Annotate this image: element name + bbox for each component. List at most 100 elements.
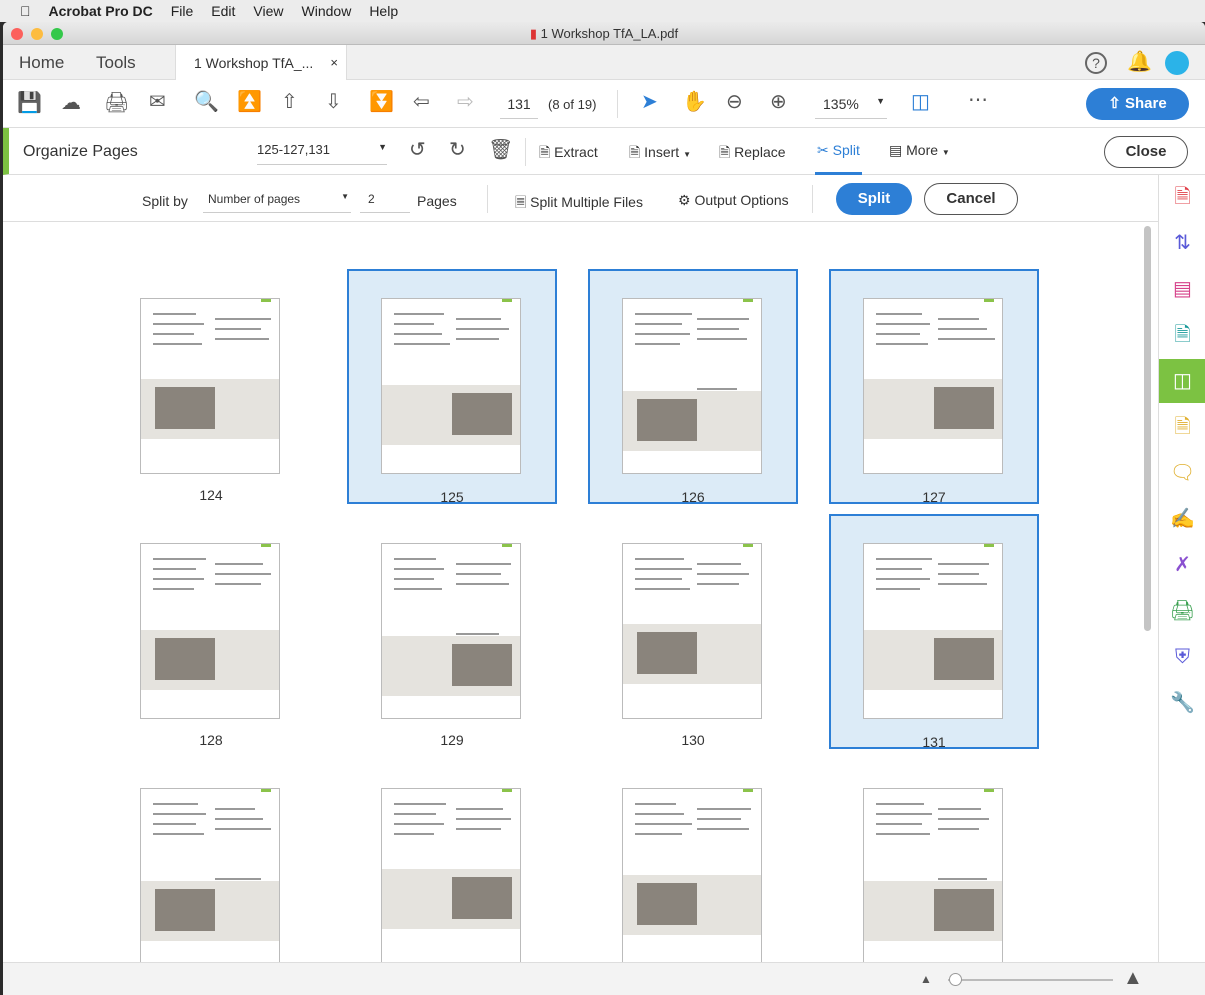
- scan-print-icon[interactable]: 🖨: [1159, 589, 1205, 633]
- search-icon[interactable]: 🔍: [194, 92, 219, 112]
- organize-pages-icon[interactable]: ◫: [1159, 359, 1205, 403]
- menu-edit[interactable]: Edit: [211, 3, 235, 19]
- window-title: 1 Workshop TfA_LA.pdf: [540, 26, 679, 41]
- bell-icon[interactable]: 🔔: [1127, 52, 1152, 72]
- organize-pages-title: Organize Pages: [23, 143, 138, 160]
- page-thumbnail[interactable]: 124: [106, 269, 316, 504]
- page-preview: [381, 543, 521, 719]
- zoom-in-icon[interactable]: ⊕: [770, 92, 787, 112]
- insert-icon: 🗎: [629, 144, 645, 160]
- tab-tools[interactable]: Tools: [96, 53, 136, 73]
- signature-icon[interactable]: ✗: [1159, 543, 1205, 587]
- page-thumbnail[interactable]: 128: [106, 514, 316, 749]
- output-options-button[interactable]: ⚙ Output Options: [678, 192, 789, 209]
- apple-icon[interactable]: : [20, 3, 31, 19]
- back-icon[interactable]: ⇦: [413, 92, 430, 112]
- thumbnail-size-slider[interactable]: [948, 979, 1113, 981]
- forward-icon[interactable]: ⇨: [457, 92, 474, 112]
- close-tab-icon[interactable]: ×: [330, 55, 338, 70]
- rotate-left-icon[interactable]: ↺: [409, 140, 426, 160]
- next-page-icon[interactable]: ⇩: [325, 92, 342, 112]
- split-by-dropdown[interactable]: Number of pages ▼: [203, 192, 351, 213]
- page-preview: [622, 298, 762, 474]
- cancel-button[interactable]: Cancel: [924, 183, 1018, 215]
- print-icon[interactable]: 🖨: [104, 93, 129, 113]
- email-icon[interactable]: ✉: [149, 92, 166, 112]
- help-icon[interactable]: ?: [1085, 52, 1107, 74]
- tab-home[interactable]: Home: [19, 53, 64, 73]
- menu-help[interactable]: Help: [369, 3, 398, 19]
- save-icon[interactable]: 💾: [17, 93, 42, 113]
- fill-sign-icon[interactable]: ✍: [1159, 497, 1205, 541]
- page-thumbnail[interactable]: [347, 759, 557, 994]
- large-thumbnail-icon[interactable]: ▲: [1123, 967, 1143, 990]
- page-preview: [140, 543, 280, 719]
- more-options-icon[interactable]: ⋯: [968, 90, 988, 110]
- insert-button[interactable]: 🗎 Insert ▼: [629, 142, 691, 166]
- page-thumbnail[interactable]: 131: [829, 514, 1039, 750]
- page-number-label: 130: [681, 732, 705, 748]
- zoom-value: 135%: [823, 96, 859, 112]
- chevron-down-icon: ▼: [876, 96, 885, 106]
- more-button[interactable]: ▤ More ▼: [889, 142, 950, 159]
- file-icon: 🗏: [515, 194, 531, 210]
- extract-button[interactable]: 🗎 Extract: [539, 142, 598, 166]
- page-thumbnail[interactable]: 129: [347, 514, 557, 749]
- fit-page-icon[interactable]: ◫: [911, 92, 930, 112]
- page-thumbnail[interactable]: 127: [829, 269, 1039, 505]
- split-tool-button[interactable]: ✂ Split: [815, 142, 862, 175]
- select-cursor-icon[interactable]: ➤: [641, 92, 658, 112]
- minimize-window-button[interactable]: [31, 28, 43, 40]
- split-multiple-files-button[interactable]: 🗏 Split Multiple Files: [515, 192, 643, 216]
- zoom-out-icon[interactable]: ⊖: [726, 92, 743, 112]
- page-thumbnail[interactable]: 126: [588, 269, 798, 505]
- hand-tool-icon[interactable]: ✋: [682, 92, 707, 112]
- comment-icon[interactable]: 🗨: [1159, 451, 1205, 495]
- comment-file-icon[interactable]: 🗎: [1159, 405, 1205, 449]
- menu-file[interactable]: File: [171, 3, 194, 19]
- split-button[interactable]: Split: [836, 183, 912, 215]
- pages-count-input[interactable]: 2: [360, 192, 410, 213]
- page-range-input[interactable]: 125-127,131 ▼: [257, 142, 387, 165]
- page-thumbnail[interactable]: [106, 759, 316, 994]
- zoom-dropdown[interactable]: 135% ▼: [815, 96, 887, 119]
- page-number-label: 125: [440, 489, 464, 505]
- close-organize-button[interactable]: Close: [1104, 136, 1188, 168]
- slider-handle[interactable]: [949, 973, 962, 986]
- split-options-bar: Split by Number of pages ▼ 2 Pages 🗏 Spli…: [3, 175, 1158, 222]
- split-by-label: Split by: [142, 193, 188, 209]
- avatar[interactable]: [1165, 51, 1189, 75]
- page-thumbnail[interactable]: 125: [347, 269, 557, 505]
- first-page-icon[interactable]: ⏫: [237, 92, 262, 112]
- app-menu[interactable]: Acrobat Pro DC: [49, 3, 153, 19]
- upload-cloud-icon[interactable]: ☁: [61, 93, 81, 113]
- menu-window[interactable]: Window: [302, 3, 352, 19]
- page-number-input[interactable]: 131: [500, 96, 538, 119]
- menu-bar:  Acrobat Pro DC File Edit View Window H…: [0, 0, 1205, 22]
- document-tab-label: 1 Workshop TfA_...: [194, 55, 314, 71]
- zoom-window-button[interactable]: [51, 28, 63, 40]
- protect-shield-icon[interactable]: ⛨: [1159, 635, 1205, 679]
- edit-pdf-icon[interactable]: ▤: [1159, 267, 1205, 311]
- replace-button[interactable]: 🗎 Replace: [719, 142, 786, 166]
- export-pdf-icon[interactable]: 🗎: [1159, 313, 1205, 357]
- create-pdf-icon[interactable]: 🗎: [1159, 175, 1205, 219]
- more-tools-wrench-icon[interactable]: 🔧: [1159, 681, 1205, 725]
- menu-view[interactable]: View: [253, 3, 283, 19]
- page-thumbnail[interactable]: 130: [588, 514, 798, 749]
- page-preview: [863, 788, 1003, 964]
- last-page-icon[interactable]: ⏬: [369, 92, 394, 112]
- share-button[interactable]: ⇧ Share: [1086, 88, 1189, 120]
- combine-files-icon[interactable]: ⇅: [1159, 221, 1205, 265]
- small-thumbnail-icon[interactable]: ▲: [920, 972, 932, 986]
- close-window-button[interactable]: [11, 28, 23, 40]
- vertical-scrollbar[interactable]: [1144, 226, 1151, 631]
- divider: [812, 185, 813, 213]
- page-thumbnail[interactable]: [829, 759, 1039, 994]
- tab-document[interactable]: 1 Workshop TfA_... ×: [175, 45, 347, 81]
- divider: [487, 185, 488, 213]
- page-thumbnail[interactable]: [588, 759, 798, 994]
- previous-page-icon[interactable]: ⇧: [281, 92, 298, 112]
- rotate-right-icon[interactable]: ↻: [449, 140, 466, 160]
- delete-icon[interactable]: 🗑: [488, 140, 513, 160]
